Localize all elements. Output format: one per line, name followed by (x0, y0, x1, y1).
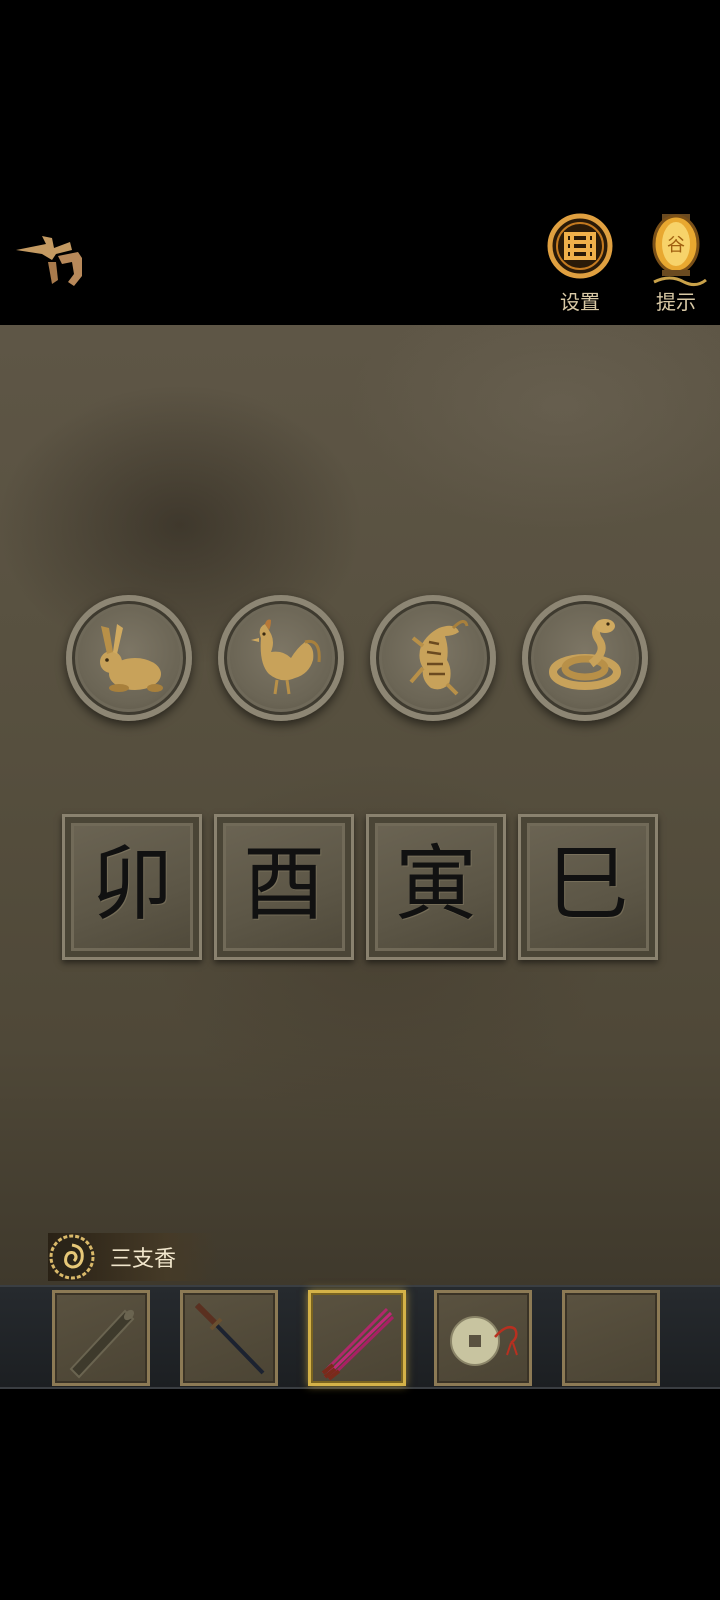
tile-mao[interactable]: 卯 (62, 814, 202, 960)
tile-you[interactable]: 酉 (214, 814, 354, 960)
scroll-tube-icon (69, 1309, 135, 1379)
selected-item-label: 三支香 (48, 1233, 218, 1281)
settings-label: 设置 (560, 290, 600, 314)
tile-glyph: 寅 (394, 837, 477, 932)
knot-emblem-icon (547, 213, 613, 279)
inventory-slot-1[interactable] (52, 1290, 150, 1386)
tile-glyph: 酉 (242, 837, 325, 932)
settings-button[interactable]: 设置 (544, 212, 616, 314)
medallion-rooster[interactable] (218, 595, 344, 721)
inventory-slot-5[interactable] (562, 1290, 660, 1386)
inventory-slot-4[interactable] (434, 1290, 532, 1386)
puzzle-wall (0, 325, 720, 1285)
tile-glyph: 巳 (546, 837, 629, 932)
hint-button[interactable]: 谷 提示 (640, 212, 712, 314)
rabbit-icon (100, 624, 163, 692)
coin-icon (450, 1316, 518, 1366)
medallion-tiger[interactable] (370, 595, 496, 721)
tile-yin[interactable]: 寅 (366, 814, 506, 960)
lantern-icon: 谷 (652, 214, 707, 287)
snake-icon (549, 619, 621, 690)
inventory-slot-2[interactable] (180, 1290, 278, 1386)
swirl-emblem-icon (49, 1234, 95, 1280)
medallion-rabbit[interactable] (66, 595, 192, 721)
rooster-icon (251, 619, 321, 695)
back-arrow-icon (16, 236, 82, 286)
inventory-slot-3[interactable] (308, 1290, 406, 1386)
back-button[interactable] (12, 228, 92, 298)
svg-text:谷: 谷 (667, 235, 685, 256)
incense-sticks-icon (321, 1307, 395, 1381)
tiger-icon (409, 620, 469, 696)
hint-label: 提示 (656, 290, 696, 314)
selected-item-name: 三支香 (110, 1247, 177, 1272)
medallion-snake[interactable] (522, 595, 648, 721)
sword-icon (194, 1302, 265, 1375)
tile-glyph: 卯 (90, 837, 173, 932)
tile-si[interactable]: 巳 (518, 814, 658, 960)
